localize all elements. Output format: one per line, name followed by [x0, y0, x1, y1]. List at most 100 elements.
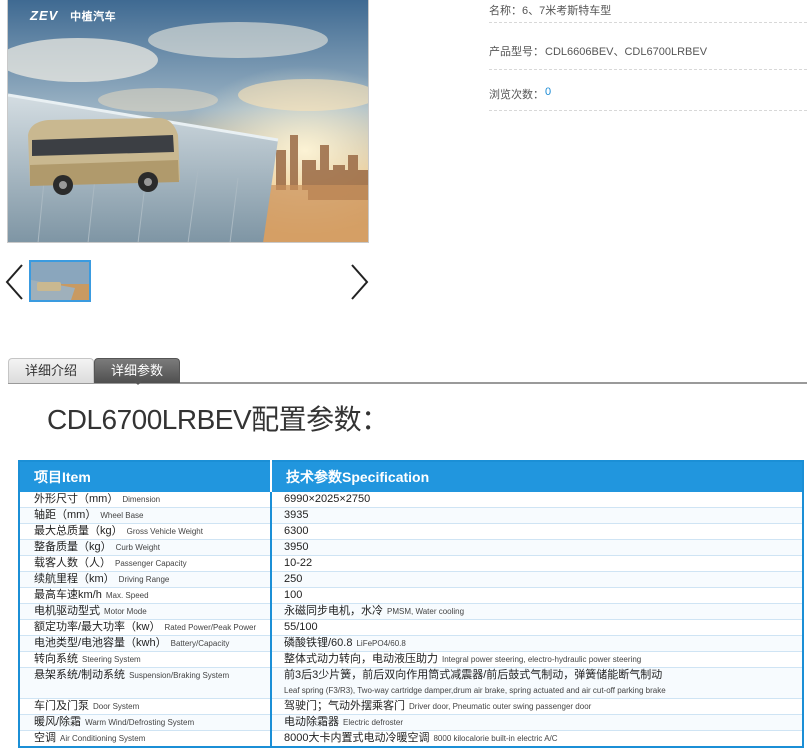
spec-value: 100	[284, 589, 303, 601]
table-row: 车门及门泵 Door System 驾驶门；气动外摆乘客门 Driver door, …	[19, 698, 803, 715]
spec-item-cn: 最高车速km/h	[34, 589, 102, 601]
spec-item-en: Battery/Capacity	[170, 639, 230, 648]
spec-value: 磷酸铁锂/60.8	[284, 637, 353, 649]
spec-item-cell: 转向系统 Steering System	[19, 651, 272, 668]
table-row: 外形尺寸（mm） Dimension 6990×2025×2750	[19, 492, 803, 508]
table-row: 最大总质量（kg） Gross Vehicle Weight 6300	[19, 523, 803, 540]
table-row: 整备质量（kg） Curb Weight 3950	[19, 539, 803, 556]
spec-item-cell: 最大总质量（kg） Gross Vehicle Weight	[19, 523, 272, 540]
detail-tabs: 详细介绍 详细参数	[8, 356, 807, 385]
table-row: 额定功率/最大功率（kw） Rated Power/Peak Power 55/10…	[19, 619, 803, 636]
spec-value-en: Driver door, Pneumatic outer swing passe…	[409, 702, 592, 711]
product-views-row: 浏览次数： 0	[489, 70, 807, 111]
spec-item-cn: 悬架系统/制动系统	[34, 669, 126, 681]
spec-value-cell: 6990×2025×2750	[271, 492, 803, 508]
spec-value-cell: 3950	[271, 539, 803, 556]
spec-value: 电动除霜器	[284, 716, 339, 728]
spec-item-cell: 车门及门泵 Door System	[19, 698, 272, 715]
spec-value: 驾驶门；气动外摆乘客门	[284, 700, 405, 712]
spec-item-cn: 轴距（mm）	[34, 509, 97, 521]
spec-heading: CDL6700LRBEV配置参数：	[47, 404, 389, 435]
table-row: 最高车速km/h Max. Speed 100	[19, 587, 803, 604]
spec-item-cn: 车门及门泵	[34, 700, 89, 712]
spec-value: 250	[284, 573, 303, 585]
tab-detail-intro[interactable]: 详细介绍	[8, 358, 94, 383]
product-model-row: 产品型号： CDL6606BEV、CDL6700LRBEV	[489, 23, 807, 70]
spec-value: 3950	[284, 541, 309, 553]
spec-item-cn: 最大总质量（kg）	[34, 525, 123, 537]
spec-item-en: Warm Wind/Defrosting System	[85, 718, 195, 727]
spec-value-en: PMSM, Water cooling	[387, 607, 465, 616]
spec-item-en: Dimension	[122, 495, 161, 504]
spec-item-cell: 续航里程（km） Driving Range	[19, 571, 272, 588]
spec-value-cell: 永磁同步电机，水冷 PMSM, Water cooling	[271, 603, 803, 620]
brand-logo: ZEV 中植汽车	[30, 8, 116, 24]
spec-value: 55/100	[284, 621, 318, 633]
spec-value-line2: Leaf spring (F3/R3), Two-way cartridge d…	[284, 686, 666, 695]
spec-item-cell: 外形尺寸（mm） Dimension	[19, 492, 272, 508]
product-photo[interactable]: ZEV 中植汽车	[7, 0, 369, 243]
spec-item-cell: 最高车速km/h Max. Speed	[19, 587, 272, 604]
spec-value: 6990×2025×2750	[284, 493, 371, 505]
spec-value-cell: 55/100	[271, 619, 803, 636]
table-row: 续航里程（km） Driving Range 250	[19, 571, 803, 588]
spec-item-en: Driving Range	[118, 575, 170, 584]
table-row: 悬架系统/制动系统 Suspension/Braking System 前3后3少片…	[19, 667, 803, 699]
spec-value: 整体式动力转向，电动液压助力	[284, 653, 438, 665]
bus-shape	[28, 118, 180, 195]
chevron-left-icon[interactable]	[4, 262, 26, 302]
spec-value-cell: 前3后3少片簧，前后双向作用筒式减震器/前后鼓式气制动，弹簧储能断气制动 Leaf…	[271, 667, 803, 699]
spec-item-en: Wheel Base	[100, 511, 144, 520]
spec-item-cn: 外形尺寸（mm）	[34, 493, 119, 505]
spec-item-cn: 载客人数（人）	[34, 557, 111, 569]
spec-item-cell: 额定功率/最大功率（kw） Rated Power/Peak Power	[19, 619, 272, 636]
spec-value: 10-22	[284, 557, 313, 569]
spec-item-cell: 悬架系统/制动系统 Suspension/Braking System	[19, 667, 272, 699]
spec-table-body: 外形尺寸（mm） Dimension 6990×2025×2750 轴距（mm） Whe…	[19, 492, 803, 748]
spec-value-cell: 3935	[271, 507, 803, 524]
spec-value-cell: 100	[271, 587, 803, 604]
logo-brand: ZEV	[30, 8, 59, 23]
spec-item-cn: 转向系统	[34, 653, 78, 665]
spec-item-cell: 电池类型/电池容量（kwh） Battery/Capacity	[19, 635, 272, 652]
spec-item-cn: 续航里程（km）	[34, 573, 115, 585]
spec-value: 永磁同步电机，水冷	[284, 605, 383, 617]
gallery-thumbnail[interactable]	[29, 260, 91, 302]
spec-value-en: Electric defroster	[343, 718, 404, 727]
spec-value-cell: 磷酸铁锂/60.8 LiFePO4/60.8	[271, 635, 803, 652]
spec-item-en: Door System	[93, 702, 140, 711]
product-model-label: 产品型号：	[489, 46, 544, 58]
table-row: 电机驱动型式 Motor Mode 永磁同步电机，水冷 PMSM, Water coo…	[19, 603, 803, 620]
spec-item-en: Curb Weight	[115, 543, 160, 552]
product-name-row: 名称： 6、7米考斯特车型	[489, 0, 807, 23]
chevron-right-icon[interactable]	[348, 262, 370, 302]
spec-item-en: Rated Power/Peak Power	[164, 623, 257, 632]
spec-value: 前3后3少片簧，前后双向作用筒式减震器/前后鼓式气制动，弹簧储能断气制动	[284, 669, 663, 681]
spec-item-en: Air Conditioning System	[60, 734, 146, 743]
spec-value-cell: 8000大卡内置式电动冷暖空调 8000 kilocalorie built-in…	[271, 730, 803, 748]
spec-item-en: Steering System	[82, 655, 141, 664]
spec-value-cell: 电动除霜器 Electric defroster	[271, 714, 803, 731]
product-name-value: 6、7米考斯特车型	[522, 5, 612, 17]
spec-item-cell: 空调 Air Conditioning System	[19, 730, 272, 748]
product-model-value: CDL6606BEV、CDL6700LRBEV	[545, 46, 708, 58]
spec-value-cell: 250	[271, 571, 803, 588]
spec-value-en: 8000 kilocalorie built-in electric A/C	[433, 734, 558, 743]
spec-value-cell: 驾驶门；气动外摆乘客门 Driver door, Pneumatic outer …	[271, 698, 803, 715]
spec-item-cn: 暖风/除霜	[34, 716, 82, 728]
table-row: 载客人数（人） Passenger Capacity 10-22	[19, 555, 803, 572]
table-row: 电池类型/电池容量（kwh） Battery/Capacity 磷酸铁锂/60.8 L…	[19, 635, 803, 652]
tab-detail-params[interactable]: 详细参数	[94, 358, 180, 385]
spec-value-cell: 整体式动力转向，电动液压助力 Integral power steering, e…	[271, 651, 803, 668]
spec-table-header: 项目Item 技术参数Specification	[19, 461, 803, 492]
spec-item-cn: 整备质量（kg）	[34, 541, 112, 553]
bus-illustration	[8, 0, 368, 242]
product-info: 名称： 6、7米考斯特车型 产品型号： CDL6606BEV、CDL6700LR…	[489, 0, 807, 111]
spec-item-en: Motor Mode	[104, 607, 147, 616]
spec-item-cn: 额定功率/最大功率（kw）	[34, 621, 161, 633]
spec-table: 项目Item 技术参数Specification 外形尺寸（mm） Dimensi…	[18, 460, 804, 748]
header-spec: 技术参数Specification	[271, 461, 803, 492]
logo-company: 中植汽车	[70, 11, 117, 23]
table-row: 暖风/除霜 Warm Wind/Defrosting System 电动除霜器 Ele…	[19, 714, 803, 731]
table-row: 轴距（mm） Wheel Base 3935	[19, 507, 803, 524]
